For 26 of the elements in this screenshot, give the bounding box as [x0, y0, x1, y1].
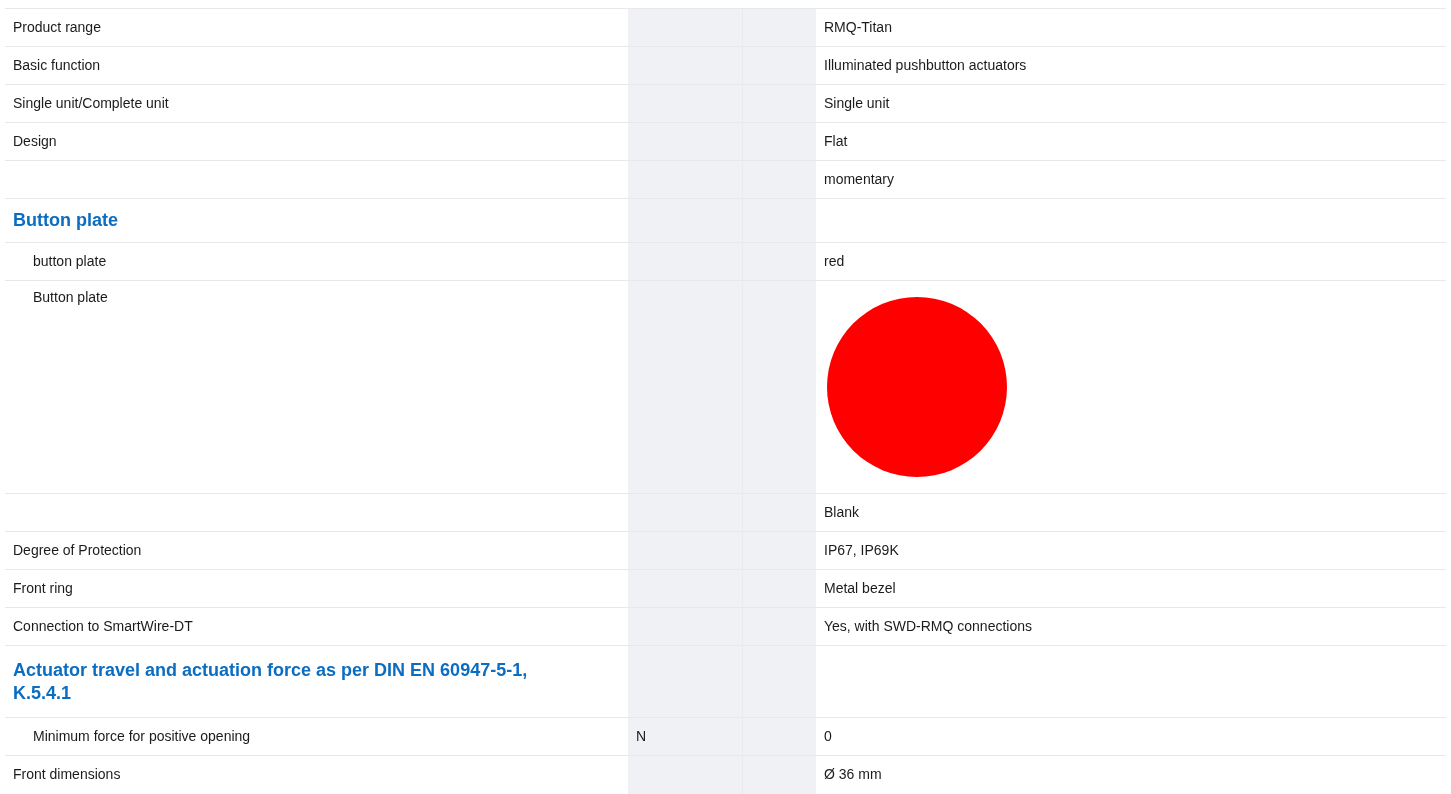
property-value: RMQ-Titan — [824, 18, 892, 35]
property-value: Yes, with SWD-RMQ connections — [824, 617, 1032, 634]
property-label: button plate — [33, 252, 107, 269]
property-label: Degree of Protection — [13, 541, 142, 558]
property-label: Connection to SmartWire-DT — [13, 617, 193, 634]
section-heading: Button plate — [13, 209, 119, 232]
unit-label: N — [636, 727, 647, 744]
property-value: Blank — [824, 503, 860, 520]
property-value: Single unit — [824, 94, 890, 111]
section-heading: Actuator travel and actuation force as per DIN EN 60947-5-1, K.5.4.1 — [13, 659, 529, 704]
property-value: Metal bezel — [824, 579, 896, 596]
property-label: Minimum force for positive opening — [33, 727, 251, 744]
property-label: Single unit/Complete unit — [13, 94, 169, 111]
property-label: Design — [13, 132, 57, 149]
property-label: Front ring — [13, 579, 73, 596]
property-label: Product range — [13, 18, 101, 35]
property-value: Flat — [824, 132, 848, 149]
property-label: Basic function — [13, 56, 101, 73]
property-value: momentary — [824, 170, 895, 187]
property-value: red — [824, 252, 845, 269]
property-value: Ø 36 mm — [824, 766, 882, 782]
property-value: Illuminated pushbutton actuators — [824, 56, 1027, 73]
property-value: IP67, IP69K — [824, 541, 899, 558]
property-label: Button plate — [33, 289, 108, 305]
property-label: Front dimensions — [13, 766, 121, 782]
property-value: 0 — [824, 727, 832, 744]
